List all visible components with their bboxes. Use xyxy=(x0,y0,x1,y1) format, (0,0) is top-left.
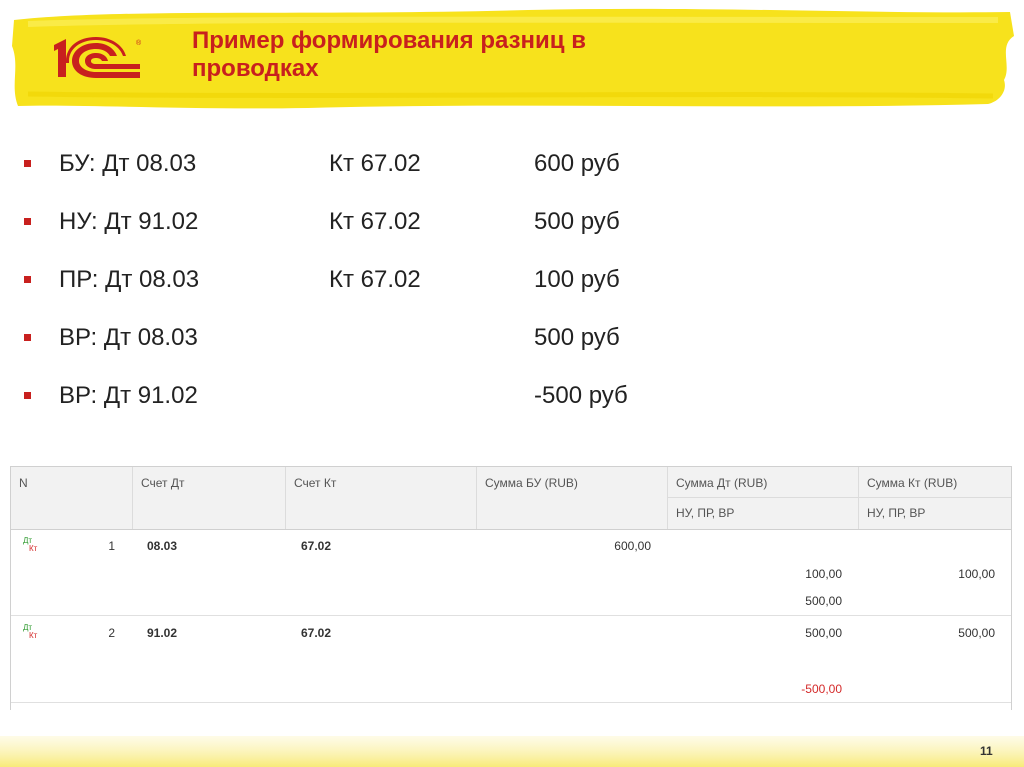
bullet-item: БУ: Дт 08.03 Кт 67.02 600 руб xyxy=(24,148,724,206)
square-bullet-icon xyxy=(24,160,31,167)
bullet-amount: -500 руб xyxy=(534,382,628,409)
header-credit-account[interactable]: Счет Кт xyxy=(286,467,477,529)
header-sum-dt-label: Сумма Дт (RUB) xyxy=(668,467,858,498)
header-sum-dt-sub: НУ, ПР, ВР xyxy=(676,506,735,520)
postings-table: N Счет Дт Счет Кт Сумма БУ (RUB) Сумма Д… xyxy=(10,466,1012,710)
posting-bullet-list: БУ: Дт 08.03 Кт 67.02 600 руб НУ: Дт 91.… xyxy=(24,148,724,438)
bullet-item: НУ: Дт 91.02 Кт 67.02 500 руб xyxy=(24,206,724,264)
header-sum-dt[interactable]: Сумма Дт (RUB) НУ, ПР, ВР xyxy=(668,467,859,529)
bullet-item: ВР: Дт 08.03 500 руб xyxy=(24,322,724,380)
bullet-item: ПР: Дт 08.03 Кт 67.02 100 руб xyxy=(24,264,724,322)
bullet-label: ВР: Дт 91.02 xyxy=(59,382,198,409)
square-bullet-icon xyxy=(24,218,31,225)
square-bullet-icon xyxy=(24,334,31,341)
sum-dt-vr: -500,00 xyxy=(801,682,842,696)
sum-dt-nu: 500,00 xyxy=(805,626,842,640)
sum-dt-vr: 500,00 xyxy=(805,594,842,608)
row-number: 1 xyxy=(108,539,115,553)
bullet-label: ПР: Дт 08.03 xyxy=(59,266,200,293)
credit-account: 67.02 xyxy=(301,539,332,553)
bullet-credit: Кт 67.02 xyxy=(329,208,421,235)
credit-account: 67.02 xyxy=(301,626,332,640)
bullet-amount: 500 руб xyxy=(534,324,620,351)
table-row[interactable]: Дт Кт 1 08.03 67.02 600,00 100,00 500,00… xyxy=(11,529,1011,616)
table-row[interactable]: Дт Кт 2 91.02 67.02 500,00 -500,00 500,0… xyxy=(11,616,1011,703)
debit-account: 91.02 xyxy=(147,626,178,640)
title-line-1: Пример формирования разниц в xyxy=(192,27,586,54)
bullet-credit: Кт 67.02 xyxy=(329,266,421,293)
bullet-item: ВР: Дт 91.02 -500 руб xyxy=(24,380,724,438)
footer-highlight xyxy=(0,736,1024,767)
bullet-credit: Кт 67.02 xyxy=(329,150,421,177)
page-number: 11 xyxy=(980,744,993,758)
header-sum-kt[interactable]: Сумма Кт (RUB) НУ, ПР, ВР xyxy=(859,467,1011,529)
bullet-amount: 600 руб xyxy=(534,150,620,177)
slide-title: Пример формирования разниц в проводках xyxy=(192,27,792,83)
registered-mark: ® xyxy=(136,39,142,47)
sum-kt-pr: 100,00 xyxy=(958,567,995,581)
dt-kt-icon: Дт Кт xyxy=(23,624,37,640)
sum-dt-pr: 100,00 xyxy=(805,567,842,581)
dt-kt-icon: Дт Кт xyxy=(23,537,37,553)
square-bullet-icon xyxy=(24,276,31,283)
sum-bu: 600,00 xyxy=(614,539,651,553)
bullet-amount: 100 руб xyxy=(534,266,620,293)
header-sum-kt-sub: НУ, ПР, ВР xyxy=(867,506,926,520)
kt-mark: Кт xyxy=(29,631,38,640)
header-sum-bu[interactable]: Сумма БУ (RUB) xyxy=(477,467,668,529)
kt-mark: Кт xyxy=(29,544,38,553)
bullet-amount: 500 руб xyxy=(534,208,620,235)
bullet-label: ВР: Дт 08.03 xyxy=(59,324,198,351)
header-n[interactable]: N xyxy=(11,467,133,529)
table-header: N Счет Дт Счет Кт Сумма БУ (RUB) Сумма Д… xyxy=(11,466,1011,530)
debit-account: 08.03 xyxy=(147,539,178,553)
header-debit-account[interactable]: Счет Дт xyxy=(133,467,286,529)
title-line-2: проводках xyxy=(192,55,319,82)
header-sum-kt-label: Сумма Кт (RUB) xyxy=(859,467,1011,498)
sum-kt-nu: 500,00 xyxy=(958,626,995,640)
square-bullet-icon xyxy=(24,392,31,399)
1c-logo-icon: ® xyxy=(54,37,142,78)
bullet-label: БУ: Дт 08.03 xyxy=(59,150,197,177)
bullet-label: НУ: Дт 91.02 xyxy=(59,208,199,235)
row-number: 2 xyxy=(108,626,115,640)
